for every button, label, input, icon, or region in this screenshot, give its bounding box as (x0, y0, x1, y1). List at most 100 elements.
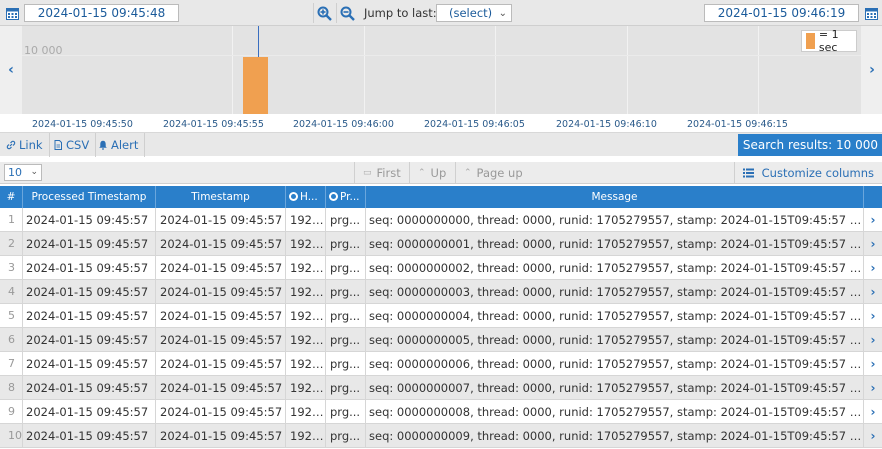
globe-icon (289, 192, 298, 201)
x-tick-label: 2024-01-15 09:46:00 (293, 119, 394, 130)
table-row[interactable]: 1 2024-01-15 09:45:57 2024-01-15 09:45:57 1… (0, 208, 882, 232)
legend-swatch (806, 33, 815, 49)
timestamp-cell: 2024-01-15 09:45:57 (156, 304, 286, 328)
alert-button[interactable]: Alert (92, 133, 146, 157)
x-tick-label: 2024-01-15 09:45:55 (163, 119, 264, 130)
program-cell: prg... (326, 232, 366, 256)
table-row[interactable]: 3 2024-01-15 09:45:57 2024-01-15 09:45:57 1… (0, 256, 882, 280)
row-index: 5 (0, 304, 23, 328)
row-expand-icon[interactable]: › (864, 256, 882, 280)
program-cell: prg... (326, 424, 366, 448)
row-index: 4 (0, 280, 23, 304)
action-bar: Link CSV Alert Search results: 10 000 (0, 132, 882, 157)
row-index: 6 (0, 328, 23, 352)
table-row[interactable]: 6 2024-01-15 09:45:57 2024-01-15 09:45:57 1… (0, 328, 882, 352)
y-axis-label: 10 000 (24, 44, 63, 57)
processed-timestamp-cell: 2024-01-15 09:45:57 (23, 376, 156, 400)
host-cell: 192.1... (286, 280, 326, 304)
message-cell: seq: 0000000007, thread: 0000, runid: 17… (366, 376, 864, 400)
start-time-input[interactable]: 2024-01-15 09:45:48 (24, 4, 179, 22)
host-cell: 192.1... (286, 256, 326, 280)
zoom-out-icon[interactable] (336, 3, 358, 23)
table-row[interactable]: 8 2024-01-15 09:45:57 2024-01-15 09:45:57 1… (0, 376, 882, 400)
program-cell: prg... (326, 376, 366, 400)
page-size-select[interactable]: 10 ⌄ (4, 164, 42, 181)
host-cell: 192.1... (286, 208, 326, 232)
table-header: # Processed Timestamp Timestamp H... Pr.… (0, 186, 882, 208)
row-expand-icon[interactable]: › (864, 424, 882, 448)
column-header-host-label: H... (300, 191, 318, 203)
zoom-in-icon[interactable] (313, 3, 335, 23)
timestamp-cell: 2024-01-15 09:45:57 (156, 256, 286, 280)
chevron-down-icon: ⌄ (30, 167, 38, 177)
x-tick-label: 2024-01-15 09:46:10 (556, 119, 657, 130)
row-expand-icon[interactable]: › (864, 400, 882, 424)
host-cell: 192.1... (286, 376, 326, 400)
column-header-program[interactable]: Pr... (326, 186, 366, 208)
jump-to-last-select[interactable]: (select) ⌄ (436, 4, 512, 22)
table-row[interactable]: 7 2024-01-15 09:45:57 2024-01-15 09:45:57 1… (0, 352, 882, 376)
program-cell: prg... (326, 256, 366, 280)
processed-timestamp-cell: 2024-01-15 09:45:57 (23, 424, 156, 448)
program-cell: prg... (326, 328, 366, 352)
row-expand-icon[interactable]: › (864, 232, 882, 256)
row-index: 10 (0, 424, 23, 448)
row-expand-icon[interactable]: › (864, 208, 882, 232)
processed-timestamp-cell: 2024-01-15 09:45:57 (23, 256, 156, 280)
jump-to-last-label: Jump to last: (364, 6, 437, 20)
gridline (22, 55, 861, 56)
message-cell: seq: 0000000000, thread: 0000, runid: 17… (366, 208, 864, 232)
host-cell: 192.1... (286, 232, 326, 256)
first-label: First (376, 166, 401, 180)
table-row[interactable]: 5 2024-01-15 09:45:57 2024-01-15 09:45:57 1… (0, 304, 882, 328)
table-row[interactable]: 9 2024-01-15 09:45:57 2024-01-15 09:45:57 1… (0, 400, 882, 424)
csv-button[interactable]: CSV (47, 133, 97, 157)
row-expand-icon[interactable]: › (864, 304, 882, 328)
host-cell: 192.1... (286, 328, 326, 352)
end-calendar-icon[interactable] (862, 3, 880, 23)
message-cell: seq: 0000000008, thread: 0000, runid: 17… (366, 400, 864, 424)
link-button[interactable]: Link (0, 133, 50, 157)
row-expand-icon[interactable]: › (864, 328, 882, 352)
timestamp-cell: 2024-01-15 09:45:57 (156, 400, 286, 424)
link-label: Link (19, 138, 43, 152)
gridline (364, 26, 365, 114)
customize-columns-button[interactable]: Customize columns (733, 162, 882, 184)
column-header-timestamp[interactable]: Timestamp (156, 186, 286, 208)
up-button[interactable]: ⌃ Up (409, 162, 454, 184)
program-cell: prg... (326, 304, 366, 328)
processed-timestamp-cell: 2024-01-15 09:45:57 (23, 280, 156, 304)
customize-columns-label: Customize columns (761, 166, 874, 180)
column-header-message[interactable]: Message (366, 186, 864, 208)
histogram-bar[interactable] (242, 57, 268, 114)
column-header-host[interactable]: H... (286, 186, 326, 208)
jump-select-value: (select) (449, 6, 493, 20)
start-calendar-icon[interactable] (3, 3, 21, 23)
histogram: ‹ 10 000 = 1 sec › 2024-01-15 09:45:50 2… (0, 26, 882, 132)
histogram-plot[interactable]: 10 000 = 1 sec (22, 26, 861, 114)
scroll-left-icon[interactable]: ‹ (0, 26, 22, 114)
processed-timestamp-cell: 2024-01-15 09:45:57 (23, 400, 156, 424)
chevron-down-icon: ⌄ (498, 8, 507, 19)
first-page-button[interactable]: ▭ First (354, 162, 409, 184)
end-time-input[interactable]: 2024-01-15 09:46:19 (704, 4, 859, 22)
scroll-right-icon[interactable]: › (861, 26, 882, 114)
alert-label: Alert (111, 138, 139, 152)
timestamp-cell: 2024-01-15 09:45:57 (156, 280, 286, 304)
page-up-button[interactable]: ⌃ Page up (455, 162, 531, 184)
row-index: 9 (0, 400, 23, 424)
table-row[interactable]: 10 2024-01-15 09:45:57 2024-01-15 09:45:57… (0, 424, 882, 448)
timestamp-cell: 2024-01-15 09:45:57 (156, 376, 286, 400)
row-expand-icon[interactable]: › (864, 376, 882, 400)
row-expand-icon[interactable]: › (864, 352, 882, 376)
column-header-processed-timestamp[interactable]: Processed Timestamp (23, 186, 156, 208)
table-row[interactable]: 2 2024-01-15 09:45:57 2024-01-15 09:45:57 1… (0, 232, 882, 256)
table-row[interactable]: 4 2024-01-15 09:45:57 2024-01-15 09:45:57 1… (0, 280, 882, 304)
row-index: 8 (0, 376, 23, 400)
row-index: 1 (0, 208, 23, 232)
row-expand-icon[interactable]: › (864, 280, 882, 304)
column-header-index[interactable]: # (0, 186, 23, 208)
message-cell: seq: 0000000001, thread: 0000, runid: 17… (366, 232, 864, 256)
program-cell: prg... (326, 352, 366, 376)
processed-timestamp-cell: 2024-01-15 09:45:57 (23, 208, 156, 232)
